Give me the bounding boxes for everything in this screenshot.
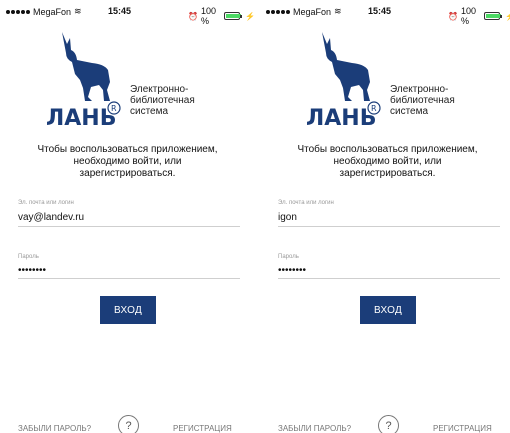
password-field[interactable]: •••••••• [18,265,46,276]
logo-tagline: Электронно- библиотечная система [130,84,195,117]
email-field[interactable]: vay@landev.ru [18,212,84,223]
intro-line: необходимо войти, или [333,156,442,167]
carrier-name: MegaFon [293,6,332,17]
register-link[interactable]: РЕГИСТРАЦИЯ [433,424,492,433]
login-screen-2: MegaFon ≋ 15:45 ⏰ 100 % ⚡ ЛАНЬ R Электро… [260,0,510,433]
tagline-line: Электронно- [390,84,449,95]
battery-icon [224,12,242,20]
password-field[interactable]: •••••••• [278,265,306,276]
password-underline [278,278,500,279]
brand-name: ЛАНЬ [46,106,116,130]
help-button[interactable]: ? [378,415,399,433]
tagline-line: Электронно- [130,84,189,95]
svg-text:R: R [371,104,377,113]
battery-icon [484,12,502,20]
status-time: 15:45 [368,6,392,16]
status-bar: MegaFon ≋ 15:45 ⏰ 100 % ⚡ [260,6,510,26]
intro-text: Чтобы воспользоваться приложением, необх… [10,144,245,180]
battery-percent: 100 % [460,6,476,26]
carrier-name: MegaFon [33,6,72,17]
forgot-password-link[interactable]: ЗАБЫЛИ ПАРОЛЬ? [18,424,91,433]
logo-tagline: Электронно- библиотечная система [390,84,455,117]
svg-text:R: R [111,104,117,113]
email-underline [278,226,500,227]
email-label: Эл. почта или логин [278,200,334,206]
intro-line: Чтобы воспользоваться приложением, [37,144,218,155]
password-label: Пароль [278,254,299,260]
alarm-icon: ⏰ [448,11,458,21]
lan-deer-logo: ЛАНЬ R [46,32,121,130]
status-bar: MegaFon ≋ 15:45 ⏰ 100 % ⚡ [0,6,255,26]
intro-line: зарегистрироваться. [79,168,176,179]
login-button[interactable]: ВХОД [360,296,416,324]
wifi-icon: ≋ [74,6,82,16]
password-underline [18,278,240,279]
tagline-line: система [390,106,429,117]
login-button[interactable]: ВХОД [100,296,156,324]
intro-line: зарегистрироваться. [339,168,436,179]
email-field[interactable]: igon [278,212,297,223]
email-underline [18,226,240,227]
tagline-line: библиотечная [390,95,455,106]
tagline-line: система [130,106,169,117]
wifi-icon: ≋ [334,6,342,16]
signal-icon [6,9,30,14]
battery-percent: 100 % [200,6,216,26]
charging-icon: ⚡ [245,11,255,21]
status-time: 15:45 [108,6,132,16]
intro-text: Чтобы воспользоваться приложением, необх… [270,144,505,180]
help-button[interactable]: ? [118,415,139,433]
forgot-password-link[interactable]: ЗАБЫЛИ ПАРОЛЬ? [278,424,351,433]
charging-icon: ⚡ [505,12,510,21]
alarm-icon: ⏰ [188,11,198,21]
lan-deer-logo: ЛАНЬ R [306,32,381,130]
intro-line: необходимо войти, или [73,156,182,167]
email-label: Эл. почта или логин [18,200,74,206]
signal-icon [266,9,290,14]
login-screen-1: MegaFon ≋ 15:45 ⏰ 100 % ⚡ ЛАНЬ R Электро… [0,0,255,433]
password-label: Пароль [18,254,39,260]
brand-name: ЛАНЬ [306,106,376,130]
register-link[interactable]: РЕГИСТРАЦИЯ [173,424,232,433]
intro-line: Чтобы воспользоваться приложением, [297,144,478,155]
tagline-line: библиотечная [130,95,195,106]
